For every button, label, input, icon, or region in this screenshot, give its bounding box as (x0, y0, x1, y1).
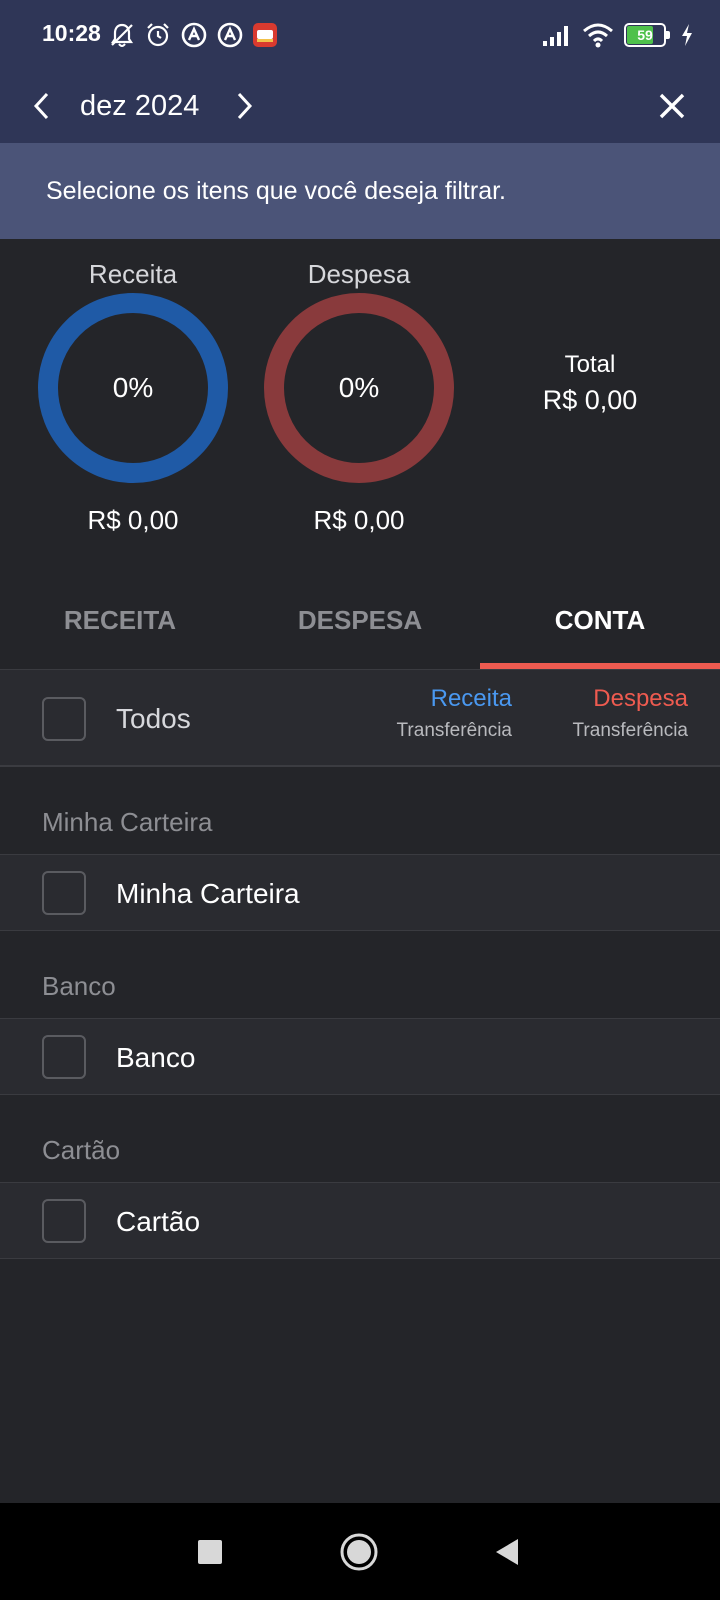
receita-percent: 0% (112, 372, 154, 403)
group-title: Cartão (42, 1135, 121, 1165)
month-title[interactable]: dez 2024 (80, 82, 199, 130)
wifi-icon (583, 23, 613, 48)
chevron-left-icon (33, 92, 49, 120)
account-row-banco[interactable]: Banco (0, 1018, 720, 1095)
system-navigation-bar (0, 1503, 720, 1600)
status-system-icons: 59 (542, 20, 694, 50)
recents-square-icon (198, 1540, 222, 1564)
status-notification-icons (108, 20, 278, 50)
account-label: Banco (116, 1042, 196, 1073)
summary-panel: Receita 0% R$ 0,00 Despesa 0% R$ 0,00 To… (0, 239, 720, 561)
bell-off-icon (110, 23, 134, 47)
previous-month-button[interactable] (26, 82, 58, 130)
status-bar: 10:28 59 (0, 0, 720, 70)
receita-label: Receita (88, 259, 178, 289)
despesa-value: R$ 0,00 (313, 505, 405, 535)
circle-a-icon (217, 22, 243, 48)
total-value: R$ 0,00 (542, 385, 638, 415)
despesa-percent: 0% (338, 372, 380, 403)
circle-a-icon (181, 22, 207, 48)
battery-icon: 59 (624, 23, 670, 47)
close-icon (659, 93, 685, 119)
alarm-icon (147, 23, 169, 47)
banner-text: Selecione os itens que você deseja filtr… (46, 177, 506, 205)
total-summary: Total R$ 0,00 (520, 349, 660, 419)
group-header-banco: Banco (0, 931, 720, 1018)
signal-icon (543, 26, 568, 46)
month-header: dez 2024 (0, 70, 720, 143)
app-notification-icon (253, 23, 277, 47)
back-triangle-icon (496, 1539, 518, 1565)
group-header-cartao: Cartão (0, 1095, 720, 1182)
receita-value: R$ 0,00 (87, 505, 179, 535)
group-header-minha-carteira: Minha Carteira (0, 767, 720, 854)
account-checkbox[interactable] (42, 1035, 86, 1079)
filter-instruction-banner: Selecione os itens que você deseja filtr… (0, 143, 720, 239)
receita-transfer-column[interactable]: Receita Transferência (397, 682, 512, 746)
despesa-label: Despesa (307, 259, 411, 289)
receita-summary: Receita 0% R$ 0,00 (33, 257, 233, 537)
recents-button[interactable] (187, 1529, 233, 1575)
back-button[interactable] (484, 1529, 530, 1575)
status-time: 10:28 (42, 20, 101, 46)
battery-level: 59 (637, 27, 653, 43)
total-label: Total (564, 351, 616, 378)
filter-tabs: RECEITA DESPESA CONTA (0, 585, 720, 669)
account-checkbox[interactable] (42, 871, 86, 915)
home-circle-icon (340, 1533, 378, 1571)
next-month-button[interactable] (228, 82, 260, 130)
chevron-right-icon (237, 92, 253, 120)
despesa-column-subtitle: Transferência (572, 720, 688, 741)
select-all-checkbox[interactable] (42, 697, 86, 741)
tab-despesa[interactable]: DESPESA (240, 585, 480, 669)
group-title: Minha Carteira (42, 807, 213, 837)
select-all-row: Todos Receita Transferência Despesa Tran… (0, 669, 720, 767)
receita-donut: 0% (36, 291, 230, 485)
receita-column-subtitle: Transferência (396, 720, 512, 741)
close-button[interactable] (650, 82, 694, 130)
select-all-label[interactable]: Todos (116, 670, 191, 768)
tab-conta[interactable]: CONTA (480, 585, 720, 669)
account-label: Minha Carteira (116, 878, 300, 909)
despesa-donut: 0% (262, 291, 456, 485)
charging-icon (682, 24, 692, 46)
account-row-cartao[interactable]: Cartão (0, 1182, 720, 1259)
despesa-column-title: Despesa (593, 685, 688, 712)
group-title: Banco (42, 971, 116, 1001)
despesa-summary: Despesa 0% R$ 0,00 (259, 257, 459, 537)
home-button[interactable] (336, 1529, 382, 1575)
account-row-minha-carteira[interactable]: Minha Carteira (0, 854, 720, 931)
despesa-transfer-column[interactable]: Despesa Transferência (573, 682, 688, 746)
tab-receita[interactable]: RECEITA (0, 585, 240, 669)
receita-column-title: Receita (430, 685, 512, 712)
account-checkbox[interactable] (42, 1199, 86, 1243)
account-label: Cartão (116, 1206, 201, 1237)
